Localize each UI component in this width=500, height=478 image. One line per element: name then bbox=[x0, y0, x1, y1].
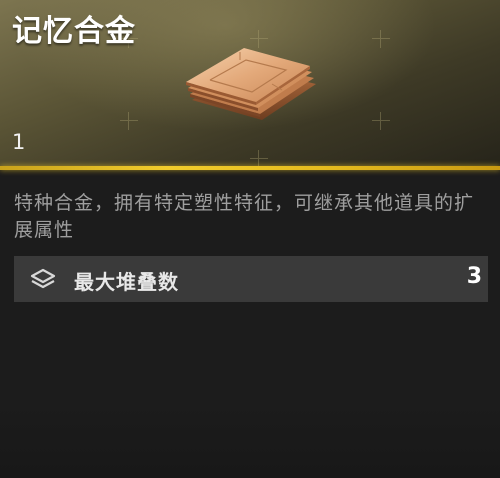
item-description: 特种合金，拥有特定塑性特征，可继承其他道具的扩展属性 bbox=[14, 192, 475, 241]
item-title: 记忆合金 bbox=[12, 14, 136, 49]
stat-label: 最大堆叠数 bbox=[74, 270, 179, 294]
item-tooltip-card: 记忆合金 1 特种合金，拥有特定塑性特征，可继承其他道具的扩展属性 最大堆叠数 … bbox=[0, 0, 500, 478]
panel-footer-shade bbox=[0, 400, 500, 478]
stat-row-max-stack: 最大堆叠数 3 bbox=[14, 256, 488, 302]
rarity-divider bbox=[0, 166, 500, 170]
item-quantity: 1 bbox=[12, 130, 26, 154]
grid-mark bbox=[120, 112, 138, 130]
stack-layers-icon bbox=[30, 268, 56, 289]
metal-plates-icon bbox=[186, 48, 316, 120]
stat-value: 3 bbox=[466, 264, 482, 289]
grid-mark bbox=[372, 112, 390, 130]
item-header: 记忆合金 1 bbox=[0, 0, 500, 168]
grid-mark bbox=[372, 30, 390, 48]
